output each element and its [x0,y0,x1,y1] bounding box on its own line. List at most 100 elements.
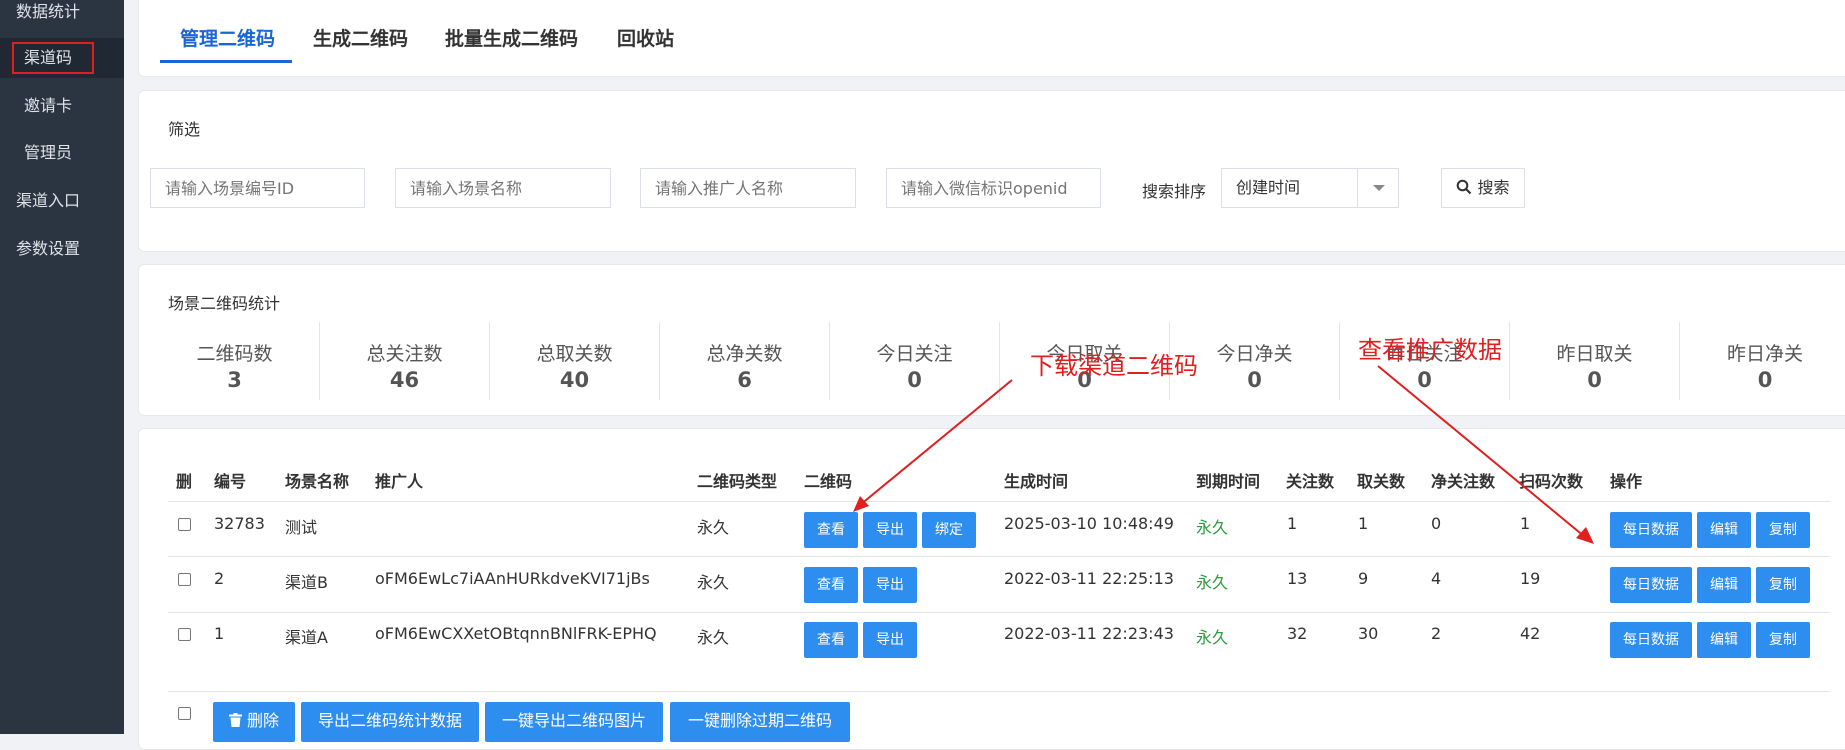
copy-button[interactable]: 复制 [1756,512,1810,548]
daily-data-button[interactable]: 每日数据 [1610,512,1692,548]
th-unfollow: 取关数 [1357,472,1406,491]
cell-follow: 1 [1287,514,1298,533]
sidebar: 数据统计 渠道码 邀请卡 管理员 渠道入口 参数设置 [0,0,124,734]
stat-value: 0 [1757,368,1773,392]
stats-title: 场景二维码统计 [168,294,281,313]
cell-created: 2022-03-11 22:23:43 [1004,624,1174,643]
annotation-promo-data: 查看推广数据 [1358,336,1502,364]
stat-label: 总取关数 [536,343,613,365]
cell-unfollow: 30 [1358,624,1379,643]
search-icon [1457,179,1472,195]
cell-created: 2025-03-10 10:48:49 [1004,514,1174,533]
sort-select-value: 创建时间 [1236,178,1301,197]
cell-scans: 42 [1520,624,1541,643]
cell-expire: 永久 [1196,573,1229,592]
export-qr-button[interactable]: 导出 [863,622,917,658]
th-qr-code: 二维码 [804,472,853,491]
cell-scene-name: 测试 [285,518,318,537]
sidebar-item-channel-entry[interactable]: 渠道入口 [0,181,124,221]
th-promoter: 推广人 [375,472,424,491]
view-qr-button[interactable]: 查看 [804,622,858,658]
chevron-down-icon [1357,169,1398,207]
sidebar-item-data-stats[interactable]: 数据统计 [0,0,124,32]
daily-data-button[interactable]: 每日数据 [1610,622,1692,658]
cell-id: 1 [214,624,225,643]
stat-value: 6 [737,368,752,392]
trash-icon [228,713,242,727]
th-qr-type: 二维码类型 [697,472,778,491]
cell-qr-type: 永久 [697,573,730,592]
export-qr-button[interactable]: 导出 [863,512,917,548]
edit-button[interactable]: 编辑 [1697,567,1751,603]
cell-expire: 永久 [1196,628,1229,647]
annotation-download-qr: 下载渠道二维码 [1030,352,1198,380]
stat-value: 0 [907,368,922,392]
divider [168,612,1830,613]
cell-id: 32783 [214,514,265,533]
th-delete: 删 [176,472,193,491]
edit-button[interactable]: 编辑 [1697,622,1751,658]
divider [168,556,1830,557]
cell-follow: 13 [1287,569,1308,588]
cell-promoter: oFM6EwCXXetOBtqnnBNlFRK-EPHQ [375,624,657,643]
stat-value: 40 [559,368,590,392]
export-stats-button[interactable]: 导出二维码统计数据 [301,702,479,742]
edit-button[interactable]: 编辑 [1697,512,1751,548]
search-button-label: 搜索 [1477,178,1510,197]
th-created: 生成时间 [1004,472,1069,491]
search-button[interactable]: 搜索 [1441,168,1525,208]
tab-generate-qr[interactable]: 生成二维码 [313,24,408,51]
stat-yesterday-unfollow: 昨日取关 0 [1510,322,1680,400]
divider [168,691,1830,692]
cell-promoter: oFM6EwLc7iAAnHURkdveKVI71jBs [375,569,650,588]
bind-qr-button[interactable]: 绑定 [922,512,976,548]
cell-net: 2 [1431,624,1442,643]
stat-total-follow: 总关注数 46 [320,322,490,400]
th-net: 净关注数 [1431,472,1496,491]
row-checkbox[interactable] [178,518,191,531]
active-tab-underline [160,60,292,63]
th-follow: 关注数 [1286,472,1335,491]
copy-button[interactable]: 复制 [1756,567,1810,603]
sidebar-item-settings[interactable]: 参数设置 [0,229,124,269]
tab-manage-qr[interactable]: 管理二维码 [180,24,275,51]
sort-select[interactable]: 创建时间 [1221,168,1399,208]
cell-scene-name: 渠道B [285,573,328,592]
stat-yesterday-net: 昨日净关 0 [1680,322,1845,400]
tab-recycle-bin[interactable]: 回收站 [617,24,674,51]
view-qr-button[interactable]: 查看 [804,567,858,603]
delete-button-label: 删除 [247,711,280,730]
cell-qr-type: 永久 [697,518,730,537]
cell-created: 2022-03-11 22:25:13 [1004,569,1174,588]
stat-total-net: 总净关数 6 [660,322,830,400]
stat-value: 46 [389,368,420,392]
openid-input[interactable] [886,168,1101,208]
cell-scans: 19 [1520,569,1541,588]
sort-label: 搜索排序 [1142,182,1207,201]
copy-button[interactable]: 复制 [1756,622,1810,658]
select-all-checkbox[interactable] [178,707,191,720]
stat-label: 昨日取关 [1556,343,1633,365]
stat-label: 二维码数 [196,343,273,365]
divider [168,501,1830,502]
promoter-input[interactable] [640,168,856,208]
sidebar-item-invite-card[interactable]: 邀请卡 [0,86,124,126]
row-checkbox[interactable] [178,628,191,641]
scene-name-input[interactable] [395,168,611,208]
tab-batch-generate-qr[interactable]: 批量生成二维码 [445,24,578,51]
scene-id-input[interactable] [150,168,365,208]
delete-button[interactable]: 删除 [213,702,295,742]
cell-scene-name: 渠道A [285,628,328,647]
export-images-button[interactable]: 一键导出二维码图片 [485,702,663,742]
th-actions: 操作 [1610,472,1643,491]
cell-net: 4 [1431,569,1442,588]
delete-expired-button[interactable]: 一键删除过期二维码 [670,702,850,742]
view-qr-button[interactable]: 查看 [804,512,858,548]
export-qr-button[interactable]: 导出 [863,567,917,603]
row-checkbox[interactable] [178,573,191,586]
sidebar-item-admin[interactable]: 管理员 [0,133,124,173]
stat-label: 总净关数 [706,343,783,365]
daily-data-button[interactable]: 每日数据 [1610,567,1692,603]
cell-scans: 1 [1520,514,1531,533]
sidebar-item-channel-code[interactable]: 渠道码 [0,38,124,78]
